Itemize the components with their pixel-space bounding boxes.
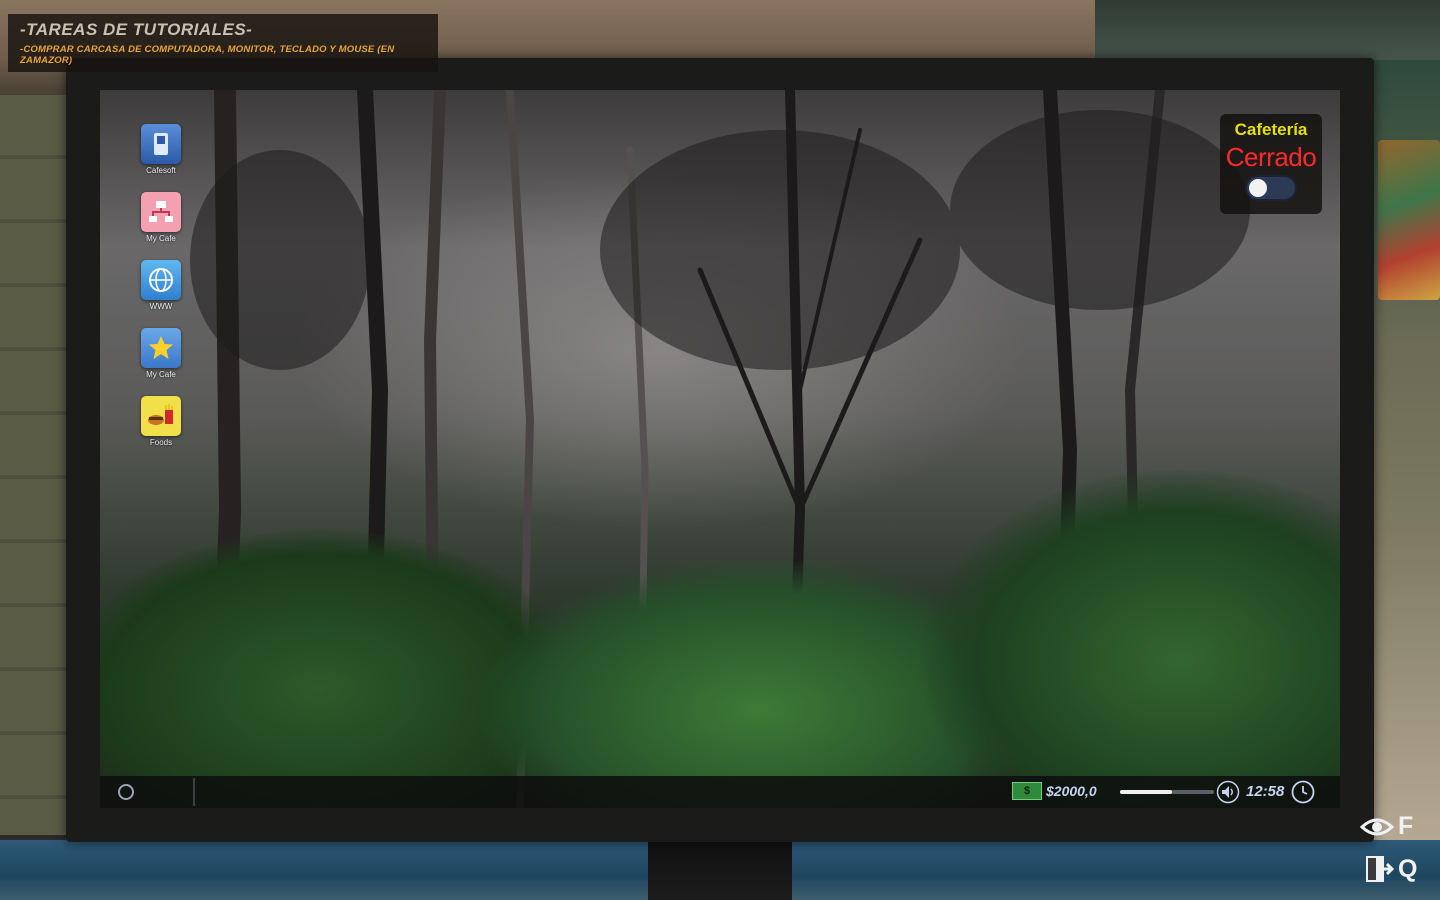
cafe-status: Cerrado bbox=[1225, 142, 1317, 172]
money-icon-symbol: $ bbox=[1023, 785, 1031, 797]
desktop-wallpaper bbox=[100, 90, 1340, 808]
tutorial-title: -TAREAS DE TUTORIALES- bbox=[20, 20, 253, 39]
computer-screen[interactable]: Cafesoft My Cafe WWW My Cafe Foods Cafet… bbox=[100, 90, 1340, 808]
desktop-icon-my-cafe[interactable]: My Cafe bbox=[136, 192, 186, 260]
ceiling-beam bbox=[1095, 0, 1440, 60]
left-wall bbox=[0, 95, 70, 835]
globe-icon bbox=[141, 260, 181, 300]
view-key: F bbox=[1398, 812, 1414, 840]
exit-hint: Q bbox=[1362, 852, 1417, 886]
exit-door-icon bbox=[1366, 856, 1394, 882]
shop-sign bbox=[1378, 140, 1440, 300]
desktop-icon-label: My Cafe bbox=[146, 370, 176, 379]
money-balance: $2000,0 bbox=[1046, 783, 1097, 799]
desktop-icon-foods[interactable]: Foods bbox=[136, 396, 186, 464]
monitor-stand bbox=[648, 840, 792, 900]
game-scene: Cafesoft My Cafe WWW My Cafe Foods Cafet… bbox=[0, 0, 1440, 900]
desktop-icon-cafesoft[interactable]: Cafesoft bbox=[136, 124, 186, 192]
volume-icon[interactable] bbox=[1216, 780, 1240, 804]
clock-time: 12:58 bbox=[1246, 783, 1285, 800]
cafe-open-toggle[interactable] bbox=[1245, 175, 1297, 201]
network-icon bbox=[141, 192, 181, 232]
eye-icon bbox=[1360, 818, 1394, 835]
desktop-icon-label: My Cafe bbox=[146, 234, 176, 243]
star-icon bbox=[141, 328, 181, 368]
cafe-status-widget: Cafetería Cerrado bbox=[1220, 114, 1322, 214]
start-button[interactable] bbox=[118, 784, 134, 800]
exit-key: Q bbox=[1398, 854, 1418, 883]
desktop-icons: Cafesoft My Cafe WWW My Cafe Foods bbox=[136, 124, 186, 464]
cafesoft-icon bbox=[141, 124, 181, 164]
desktop-icon-label: Cafesoft bbox=[146, 166, 176, 175]
money-icon: $ bbox=[1012, 782, 1042, 800]
cafe-title: Cafetería bbox=[1234, 120, 1308, 139]
volume-slider[interactable] bbox=[1120, 790, 1214, 794]
desktop-icon-label: Foods bbox=[149, 438, 173, 447]
toggle-knob bbox=[1249, 179, 1267, 197]
view-hint: F bbox=[1360, 812, 1413, 841]
tutorial-panel: -TAREAS DE TUTORIALES- -COMPRAR CARCASA … bbox=[8, 14, 438, 72]
desktop-icon-my-cafe-star[interactable]: My Cafe bbox=[136, 328, 186, 396]
clock-icon bbox=[1291, 780, 1315, 804]
foods-icon bbox=[141, 396, 181, 436]
desktop-icon-label: WWW bbox=[149, 302, 173, 311]
tutorial-task: -COMPRAR CARCASA DE COMPUTADORA, MONITOR… bbox=[20, 44, 395, 66]
desktop-icon-www[interactable]: WWW bbox=[136, 260, 186, 328]
volume-level bbox=[1120, 790, 1172, 794]
taskbar-divider bbox=[193, 778, 195, 806]
taskbar: $ $2000,0 12:58 bbox=[100, 776, 1340, 808]
